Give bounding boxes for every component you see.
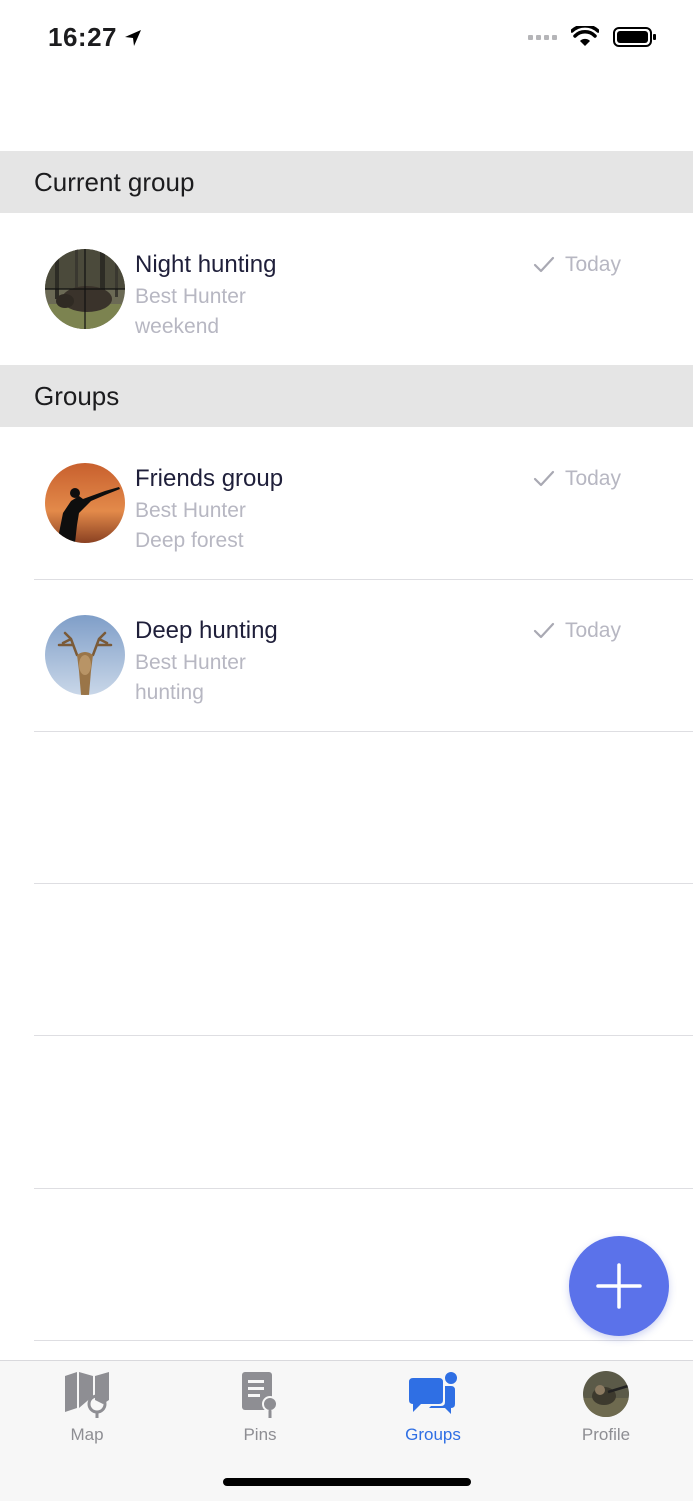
group-avatar-deep-hunting	[45, 615, 125, 695]
row-divider	[34, 1035, 693, 1036]
battery-icon	[613, 27, 656, 47]
checkmark-icon	[533, 256, 555, 273]
status-time: 16:27	[48, 22, 143, 53]
group-description: weekend	[135, 315, 220, 338]
add-group-button[interactable]	[569, 1236, 669, 1336]
section-title: Current group	[34, 166, 195, 197]
wifi-icon	[571, 26, 599, 46]
group-row-deep-hunting[interactable]: Deep hunting Best Hunter hunting Today	[0, 579, 693, 731]
tab-label: Groups	[405, 1425, 461, 1444]
current-group-row[interactable]: Night hunting Best Hunter weekend Today	[0, 213, 693, 365]
group-title: Deep hunting	[135, 617, 278, 644]
tab-label: Pins	[243, 1425, 277, 1444]
tab-map[interactable]: Map	[27, 1369, 147, 1445]
group-title: Friends group	[135, 465, 284, 492]
section-header-groups: Groups	[0, 365, 693, 427]
profile-avatar	[583, 1371, 629, 1417]
group-title: Night hunting	[135, 251, 277, 278]
group-row-friends-group[interactable]: Friends group Best Hunter Deep forest To…	[0, 427, 693, 579]
tab-pins[interactable]: Pins	[200, 1369, 320, 1445]
row-divider	[34, 1188, 693, 1189]
group-owner: Best Hunter	[135, 499, 246, 522]
map-icon	[65, 1372, 109, 1418]
group-date: Today	[564, 253, 621, 276]
row-divider	[34, 731, 693, 732]
status-indicators	[528, 26, 657, 48]
checkmark-icon	[533, 622, 555, 639]
location-arrow-icon	[125, 29, 141, 46]
tab-label: Profile	[581, 1425, 631, 1444]
section-header-current-group: Current group	[0, 151, 693, 213]
tab-label: Map	[70, 1425, 104, 1444]
group-description: Deep forest	[135, 529, 244, 552]
time-text: 16:27	[48, 22, 117, 52]
checkmark-icon	[533, 470, 555, 487]
group-avatar-night-hunting	[45, 249, 125, 329]
group-avatar-friends-group	[45, 463, 125, 543]
groups-icon	[409, 1370, 459, 1414]
pins-icon	[242, 1372, 278, 1418]
cellular-signal-icon	[528, 34, 557, 40]
group-owner: Best Hunter	[135, 651, 246, 674]
group-date: Today	[564, 619, 621, 642]
status-bar: 16:27	[0, 0, 693, 80]
tab-profile[interactable]: Profile	[546, 1369, 666, 1445]
plus-icon	[596, 1263, 642, 1309]
home-indicator[interactable]	[223, 1478, 471, 1486]
row-divider	[34, 883, 693, 884]
group-status: Today	[533, 253, 621, 277]
section-title: Groups	[34, 380, 120, 411]
group-owner: Best Hunter	[135, 285, 246, 308]
group-date: Today	[564, 467, 621, 490]
group-status: Today	[533, 619, 621, 643]
row-divider	[34, 1340, 693, 1341]
group-status: Today	[533, 467, 621, 491]
group-description: hunting	[135, 681, 204, 704]
tab-groups[interactable]: Groups	[373, 1369, 493, 1445]
